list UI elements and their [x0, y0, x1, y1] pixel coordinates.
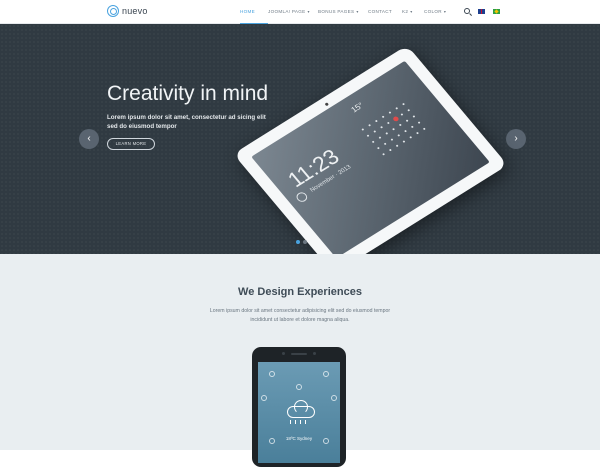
nav-label: HOME [240, 9, 255, 14]
brand-logo[interactable]: nuevo [107, 5, 148, 17]
site-header: nuevo HOME JOOMLA! PAGE ▾ BONUS PAGES ▾ CO… [0, 0, 600, 24]
rain-icon [290, 420, 306, 424]
section-text: Lorem ipsum dolor sit amet consectetur a… [209, 308, 391, 323]
slider-pagination [296, 240, 307, 244]
camera-icon [324, 102, 329, 107]
nav-item-bonus-pages[interactable]: BONUS PAGES ▾ [318, 0, 368, 24]
clock-icon [294, 190, 310, 204]
nav-label: CONTACT [368, 9, 392, 14]
slider-prev-button[interactable]: ‹ [79, 129, 99, 149]
brazil-flag-icon[interactable] [493, 8, 500, 14]
main-nav: HOME JOOMLA! PAGE ▾ BONUS PAGES ▾ CONTACT … [240, 0, 458, 24]
nav-item-contact[interactable]: CONTACT [368, 0, 402, 24]
search-icon[interactable] [464, 8, 470, 14]
logo-icon [107, 5, 119, 17]
nav-item-home[interactable]: HOME [240, 0, 268, 24]
hero-text: Lorem ipsum dolor sit amet, consectetur … [107, 114, 266, 130]
chevron-down-icon: ▾ [443, 9, 447, 14]
screen-dot-icon [323, 371, 329, 377]
chevron-down-icon: ▾ [307, 9, 310, 14]
phone-image: 18ºC Sydney [252, 347, 346, 467]
nav-label: JOOMLA! PAGE [268, 9, 306, 14]
calendar-grid-icon [357, 99, 430, 160]
uk-flag-icon[interactable] [478, 8, 485, 14]
nav-label: BONUS PAGES [318, 9, 355, 14]
phone-temperature: 18ºC Sydney [285, 436, 313, 441]
slider-next-button[interactable]: › [506, 129, 526, 149]
screen-dot-icon [269, 371, 275, 377]
brand-name: nuevo [122, 6, 148, 16]
screen-dot-icon [331, 395, 337, 401]
nav-label: K2 [402, 9, 409, 14]
chevron-down-icon: ▾ [356, 9, 359, 14]
weather-readout: 15° [349, 100, 366, 115]
hero-slider: Creativity in mind Lorem ipsum dolor sit… [0, 24, 600, 254]
nav-item-k2[interactable]: K2 ▾ [402, 0, 424, 24]
nav-item-joomla-page[interactable]: JOOMLA! PAGE ▾ [268, 0, 318, 24]
screen-dot-icon [261, 395, 267, 401]
chevron-down-icon: ▾ [410, 9, 413, 14]
phone-screen: 18ºC Sydney [258, 362, 340, 463]
section-title: We Design Experiences [238, 286, 362, 298]
nav-label: COLOR [424, 9, 442, 14]
cloud-rain-icon [287, 400, 315, 418]
tablet-screen: 11:23 November · 2013 15° [251, 60, 490, 254]
tablet-image: 11:23 November · 2013 15° [233, 45, 508, 254]
nav-item-color[interactable]: COLOR ▾ [424, 0, 458, 24]
slide-dot[interactable] [296, 240, 300, 244]
learn-more-button[interactable]: LEARN MORE [107, 138, 155, 150]
phone-speaker [252, 352, 346, 355]
hero-title: Creativity in mind [107, 82, 269, 105]
screen-dot-icon [296, 384, 302, 390]
slide-dot[interactable] [303, 240, 307, 244]
header-tools [464, 8, 500, 14]
